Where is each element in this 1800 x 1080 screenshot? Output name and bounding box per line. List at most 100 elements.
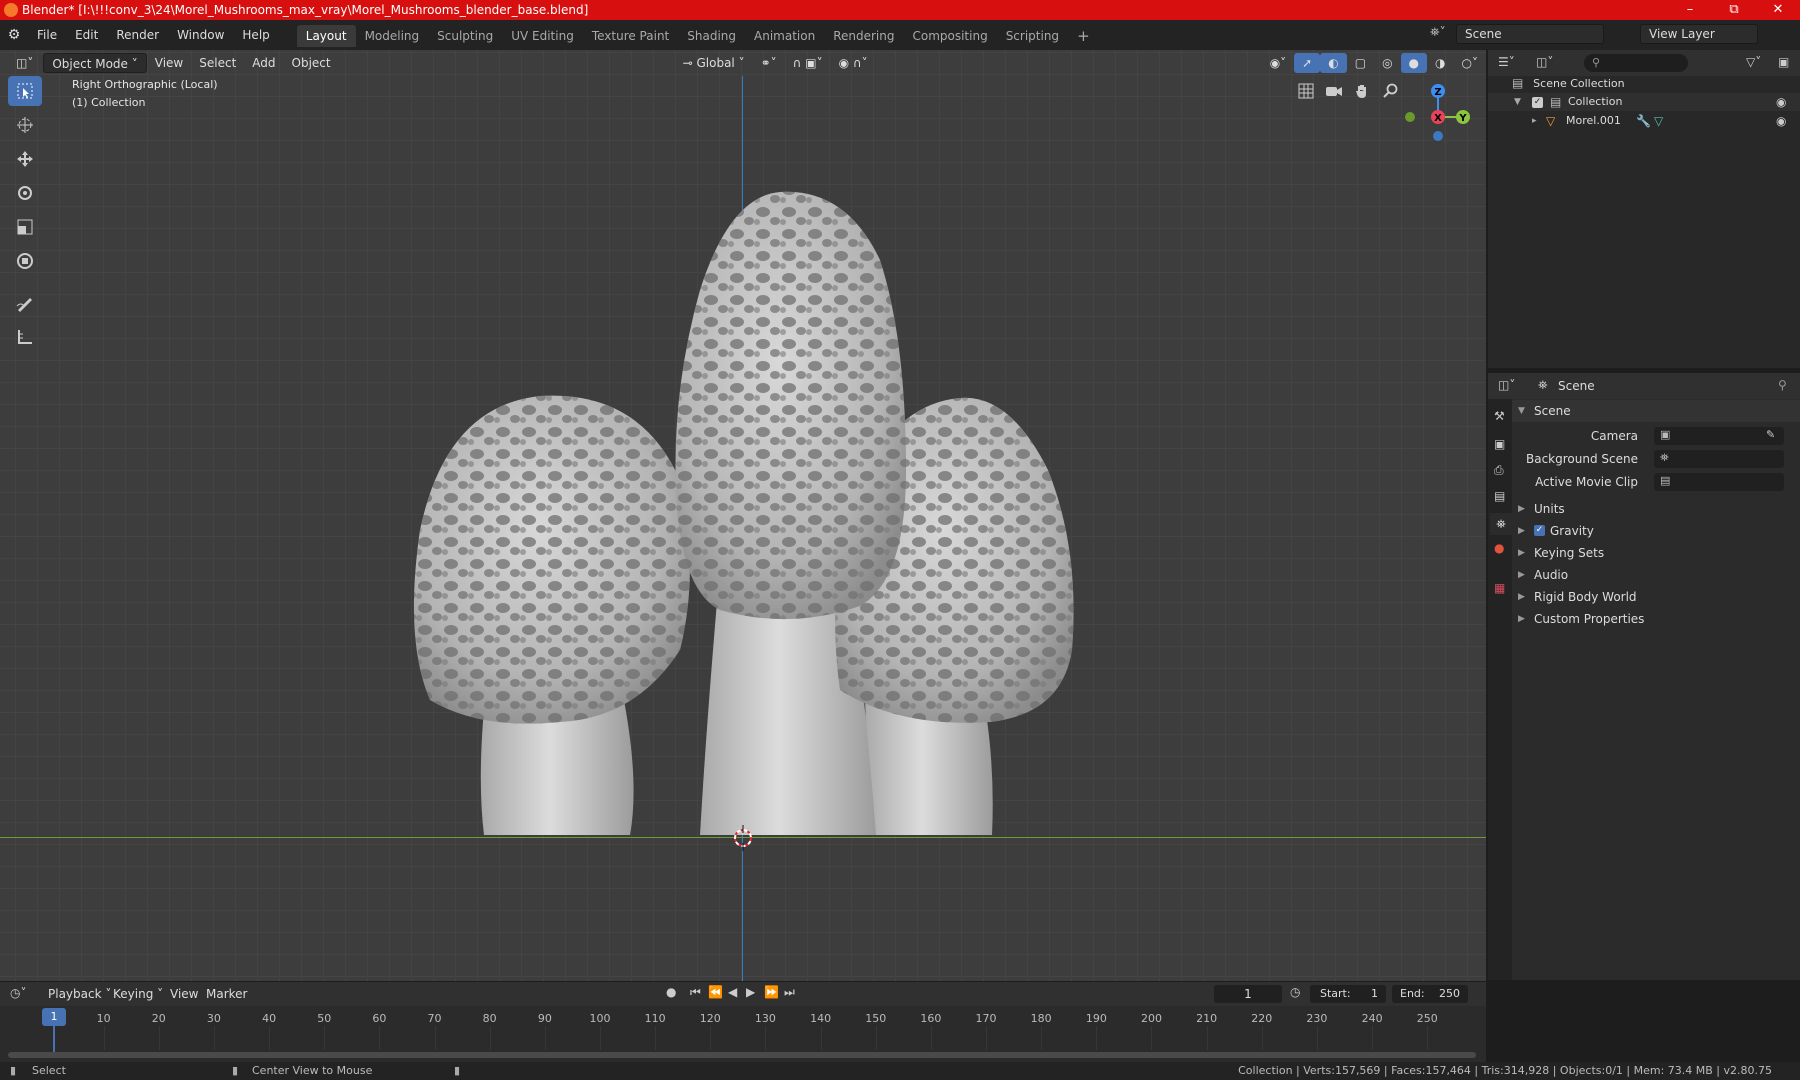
frame-gridline xyxy=(875,1026,877,1050)
tab-texture-paint[interactable]: Texture Paint xyxy=(583,25,678,47)
new-collection-icon[interactable]: ▣ xyxy=(1778,55,1789,69)
properties-editor-type-icon[interactable]: ◫˅ xyxy=(1498,378,1515,392)
outliner-panel[interactable]: ☰˅ ◫˅ ⚲ ▽˅ ▣ ▤ Scene Collection ▼ ✓ ▤ Co… xyxy=(1488,50,1800,368)
tab-animation[interactable]: Animation xyxy=(745,25,824,47)
scene-field[interactable]: Scene xyxy=(1456,24,1604,44)
outliner-row-collection[interactable]: ▼ ✓ ▤ Collection ◉ xyxy=(1488,93,1800,111)
mouse-middle-icon: ▮ xyxy=(232,1064,239,1077)
active-movie-clip-field[interactable]: ▤ xyxy=(1654,473,1784,491)
tool-tab-icon[interactable]: ⚒ xyxy=(1494,409,1505,423)
outliner-row-object[interactable]: ▸ ▽ Morel.001 🔧 ▽ ◉ xyxy=(1488,112,1800,130)
frame-ruler[interactable]: 10 20 30 40 50 60 70 80 90 100 110 120 130 140 150 160 1… xyxy=(0,982,1486,1062)
frame-gridline xyxy=(324,1026,326,1050)
keying-sets-panel-header[interactable]: ▶ Keying Sets xyxy=(1512,542,1800,564)
3d-cursor-icon[interactable] xyxy=(730,825,756,851)
mesh-data-icon[interactable]: ▽ xyxy=(1654,112,1663,130)
frame-gridline xyxy=(434,1026,436,1050)
frame-gridline xyxy=(710,1026,712,1050)
object-eye-icon[interactable]: ◉ xyxy=(1776,112,1786,130)
frame-gridline xyxy=(213,1026,215,1050)
scene-tab-icon[interactable]: ⛯ xyxy=(1490,513,1512,535)
frame-tick-label: 100 xyxy=(589,1012,611,1025)
frame-tick-label: 160 xyxy=(920,1012,942,1025)
properties-panel[interactable]: ◫˅ ⛯ Scene ⚲ ⚒ ▣ ⎙ ▤ ⛯ ● ▦ ▼ Scene Camera… xyxy=(1488,373,1800,980)
scene-panel-header[interactable]: ▼ Scene xyxy=(1512,400,1800,422)
eyedropper-icon[interactable]: ✎ xyxy=(1766,428,1775,441)
menu-render[interactable]: Render xyxy=(107,20,168,50)
units-panel-header[interactable]: ▶ Units xyxy=(1512,498,1800,520)
minimize-icon[interactable]: – xyxy=(1668,0,1712,20)
playhead[interactable]: 1 xyxy=(42,1008,66,1026)
frame-tick-label: 150 xyxy=(865,1012,887,1025)
menu-help[interactable]: Help xyxy=(233,20,278,50)
scene-selector-icon[interactable]: ⛯˅ xyxy=(1430,25,1454,43)
tab-rendering[interactable]: Rendering xyxy=(824,25,903,47)
frame-gridline xyxy=(379,1026,381,1050)
frame-gridline xyxy=(765,1026,767,1050)
properties-tab-column xyxy=(1488,399,1512,980)
timeline-panel[interactable]: ◷˅ Playback ˅ Keying ˅ View Marker ● ⏮ ⏪… xyxy=(0,982,1486,1062)
frame-tick-label: 180 xyxy=(1030,1012,1052,1025)
tab-uv-editing[interactable]: UV Editing xyxy=(502,25,583,47)
scene-collection-icon: ▤ xyxy=(1512,76,1524,90)
frame-tick-label: 50 xyxy=(317,1012,332,1025)
outliner-row-scene-collection[interactable]: ▤ Scene Collection xyxy=(1512,74,1625,92)
output-tab-icon[interactable]: ⎙ xyxy=(1494,463,1504,478)
expand-triangle-icon[interactable]: ▼ xyxy=(1514,93,1521,111)
render-tab-icon[interactable]: ▣ xyxy=(1494,437,1505,451)
timeline-scrollbar[interactable] xyxy=(8,1052,1476,1058)
frame-tick-label: 240 xyxy=(1361,1012,1383,1025)
custom-properties-panel-header[interactable]: ▶ Custom Properties xyxy=(1512,608,1800,630)
maximize-icon[interactable]: ⧉ xyxy=(1712,0,1756,20)
pin-icon[interactable]: ⚲ xyxy=(1778,378,1787,392)
frame-gridline xyxy=(820,1026,822,1050)
collection-checkbox[interactable]: ✓ xyxy=(1532,97,1543,108)
filter-icon[interactable]: ▽˅ xyxy=(1746,55,1761,69)
texture-tab-icon[interactable]: ▦ xyxy=(1494,581,1505,595)
tab-layout[interactable]: Layout xyxy=(296,25,356,47)
gravity-checkbox[interactable]: ✓ xyxy=(1534,525,1545,536)
audio-panel-header[interactable]: ▶ Audio xyxy=(1512,564,1800,586)
modifier-wrench-icon[interactable]: 🔧 xyxy=(1636,112,1651,130)
mouse-left-icon: ▮ xyxy=(10,1064,17,1077)
outliner-editor-type-icon[interactable]: ☰˅ xyxy=(1498,55,1515,69)
display-mode-icon[interactable]: ◫˅ xyxy=(1536,55,1553,69)
frame-gridline xyxy=(1372,1026,1374,1050)
frame-gridline xyxy=(544,1026,546,1050)
status-bar: ▮ Select ▮ Center View to Mouse ▮ Collec… xyxy=(0,1062,1800,1080)
frame-tick-label: 250 xyxy=(1416,1012,1438,1025)
frame-tick-label: 20 xyxy=(151,1012,166,1025)
frame-tick-label: 170 xyxy=(975,1012,997,1025)
menu-file[interactable]: File xyxy=(28,20,66,50)
rigid-body-world-panel-header[interactable]: ▶ Rigid Body World xyxy=(1512,586,1800,608)
frame-tick-label: 140 xyxy=(810,1012,832,1025)
frame-gridline xyxy=(930,1026,932,1050)
background-scene-label: Background Scene xyxy=(1526,452,1638,466)
outliner-search-input[interactable]: ⚲ xyxy=(1584,54,1688,72)
blender-menu-icon[interactable]: ⚙ xyxy=(0,27,28,43)
mesh-object-icon: ▽ xyxy=(1546,114,1556,128)
3d-viewport[interactable]: ◫˅ Object Mode ˅ View Select Add Object … xyxy=(0,50,1486,981)
add-workspace-icon[interactable]: + xyxy=(1068,25,1099,47)
blender-logo-icon xyxy=(4,3,18,17)
properties-header xyxy=(1488,373,1800,399)
scene-collection-label: Scene Collection xyxy=(1533,77,1625,90)
view-layer-tab-icon[interactable]: ▤ xyxy=(1494,489,1505,503)
gravity-panel-header[interactable]: ▶ ✓ Gravity xyxy=(1512,520,1800,542)
world-tab-icon[interactable]: ● xyxy=(1494,541,1504,555)
status-select-hint: Select xyxy=(32,1064,66,1077)
menu-window[interactable]: Window xyxy=(168,20,233,50)
camera-field[interactable]: ▣ ✎ xyxy=(1654,427,1784,445)
tab-sculpting[interactable]: Sculpting xyxy=(428,25,502,47)
collection-eye-icon[interactable]: ◉ xyxy=(1776,93,1786,111)
expand-triangle-icon[interactable]: ▸ xyxy=(1532,112,1537,130)
tab-modeling[interactable]: Modeling xyxy=(356,25,429,47)
background-scene-field[interactable]: ⛯ xyxy=(1654,450,1784,468)
status-center-view-hint: Center View to Mouse xyxy=(252,1064,373,1077)
tab-compositing[interactable]: Compositing xyxy=(903,25,996,47)
close-icon[interactable]: ✕ xyxy=(1756,0,1800,20)
tab-shading[interactable]: Shading xyxy=(678,25,745,47)
view-layer-field[interactable]: View Layer xyxy=(1640,24,1758,44)
tab-scripting[interactable]: Scripting xyxy=(997,25,1068,47)
menu-edit[interactable]: Edit xyxy=(66,20,107,50)
